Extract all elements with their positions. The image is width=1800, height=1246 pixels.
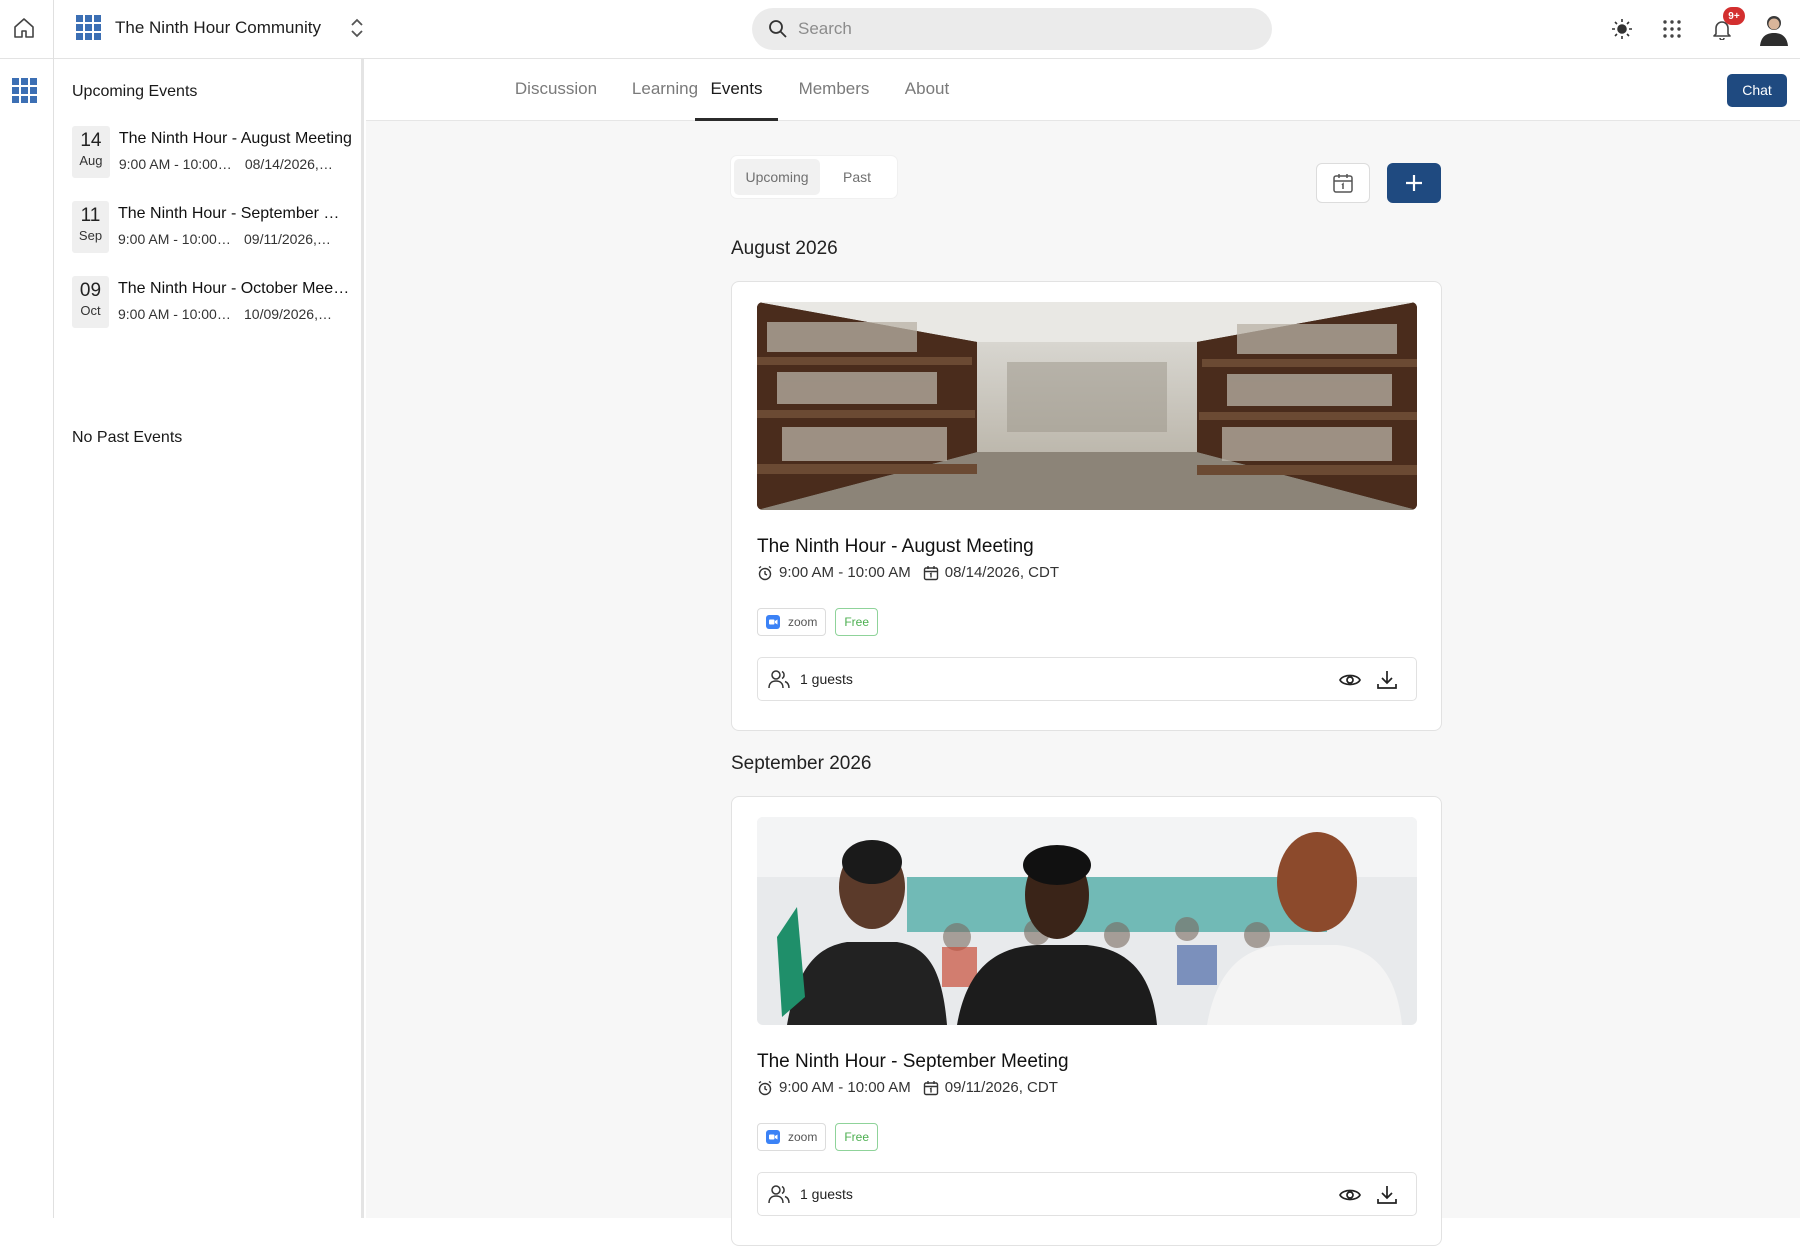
price-tag: Free (835, 608, 879, 636)
event-date-badge: 09 Oct (72, 276, 109, 328)
top-bar: The Ninth Hour Community 9+ (0, 0, 1800, 59)
sidebar-event-date: 09/11/2026, CDT (244, 231, 334, 247)
sidebar-event-title: The Ninth Hour - October Meeting (118, 280, 352, 297)
event-title[interactable]: The Ninth Hour - August Meeting (757, 536, 1034, 558)
event-tags: zoom Free (757, 1123, 879, 1151)
alarm-clock-icon (758, 565, 772, 580)
event-time: 9:00 AM - 10:00 AM (779, 564, 911, 581)
sidebar-event-date: 10/09/2026, CDT (244, 306, 334, 322)
chevron-up-down-icon[interactable] (347, 16, 367, 40)
guest-count: 1 guests (800, 1186, 853, 1202)
alarm-clock-icon (758, 1080, 772, 1095)
search-input[interactable] (798, 19, 1218, 39)
guests-bar: 1 guests (757, 657, 1417, 701)
tab-discussion[interactable]: Discussion (497, 59, 615, 121)
zoom-icon (766, 615, 780, 629)
event-date: 08/14/2026, CDT (944, 564, 1059, 581)
sidebar-event-time: 9:00 AM - 10:00 AM (118, 156, 233, 172)
event-cover-image (757, 302, 1417, 510)
guests-bar: 1 guests (757, 1172, 1417, 1216)
community-rail-icon[interactable] (12, 78, 37, 103)
notification-badge: 9+ (1723, 7, 1745, 25)
sidebar-event-item[interactable]: 14 Aug The Ninth Hour - August Meeting 9:… (72, 126, 352, 178)
calendar-icon (923, 565, 938, 580)
calendar-view-button[interactable] (1316, 163, 1370, 203)
event-date-badge: 14 Aug (72, 126, 110, 178)
filter-past-button[interactable]: Past (820, 159, 894, 195)
event-date: 09/11/2026, CDT (944, 1079, 1058, 1096)
month-heading: August 2026 (731, 238, 838, 259)
platform-tag: zoom (757, 608, 827, 636)
community-name: The Ninth Hour Community (115, 17, 321, 37)
calendar-icon (923, 1080, 938, 1095)
tab-members[interactable]: Members (786, 59, 882, 121)
tab-about[interactable]: About (886, 59, 968, 121)
theme-toggle-icon[interactable] (1609, 16, 1635, 42)
download-icon[interactable] (1375, 668, 1399, 692)
event-card[interactable]: The Ninth Hour - September Meeting 9:00 … (731, 796, 1442, 1246)
users-icon (768, 1185, 790, 1204)
upcoming-events-heading: Upcoming Events (72, 83, 198, 100)
community-logo-icon (76, 15, 101, 40)
no-past-events-label: No Past Events (72, 429, 183, 446)
eye-icon[interactable] (1338, 668, 1362, 692)
eye-icon[interactable] (1338, 1183, 1362, 1207)
event-filter-toggle: Upcoming Past (731, 156, 897, 198)
sidebar-event-time: 9:00 AM - 10:00 AM (118, 231, 232, 247)
filter-upcoming-button[interactable]: Upcoming (734, 159, 820, 195)
community-tabs: Discussion Learning Events Members About… (366, 59, 1800, 121)
event-date-badge: 11 Sep (72, 201, 109, 253)
event-cover-image (757, 817, 1417, 1025)
event-tags: zoom Free (757, 608, 879, 636)
community-switcher[interactable]: The Ninth Hour Community (76, 15, 367, 40)
home-icon[interactable] (12, 16, 36, 40)
zoom-icon (766, 1130, 780, 1144)
event-meta: 9:00 AM - 10:00 AM 08/14/2026, CDT (757, 564, 1059, 581)
events-sidebar: Upcoming Events 14 Aug The Ninth Hour - A… (54, 59, 364, 1218)
event-meta: 9:00 AM - 10:00 AM 09/11/2026, CDT (757, 1079, 1058, 1096)
tab-events[interactable]: Events (695, 59, 778, 121)
main-content: Discussion Learning Events Members About… (366, 59, 1800, 1246)
sidebar-event-title: The Ninth Hour - September Meeting (118, 205, 352, 222)
sidebar-event-item[interactable]: 11Sep The Ninth Hour - September Meeting… (72, 201, 352, 253)
sidebar-event-date: 08/14/2026, CDT (244, 156, 335, 172)
avatar[interactable] (1758, 12, 1790, 46)
event-title[interactable]: The Ninth Hour - September Meeting (757, 1051, 1069, 1073)
calendar-icon (1333, 174, 1353, 193)
download-icon[interactable] (1375, 1183, 1399, 1207)
price-tag: Free (835, 1123, 879, 1151)
sidebar-event-time: 9:00 AM - 10:00 AM (118, 306, 232, 322)
search-icon (769, 20, 787, 38)
add-event-button[interactable] (1387, 163, 1441, 203)
platform-tag: zoom (757, 1123, 827, 1151)
event-card[interactable]: The Ninth Hour - August Meeting 9:00 AM … (731, 281, 1442, 731)
sidebar-event-item[interactable]: 09 Oct The Ninth Hour - October Meeting 9… (72, 276, 352, 328)
sidebar-event-title: The Ninth Hour - August Meeting (118, 130, 352, 147)
guest-count: 1 guests (800, 671, 853, 687)
plus-icon (1406, 175, 1422, 191)
chat-button[interactable]: Chat (1727, 74, 1787, 107)
apps-grid-icon[interactable] (1659, 16, 1685, 42)
month-heading: September 2026 (731, 753, 872, 774)
search-bar[interactable] (752, 8, 1272, 50)
users-icon (768, 670, 790, 689)
event-time: 9:00 AM - 10:00 AM (779, 1079, 911, 1096)
